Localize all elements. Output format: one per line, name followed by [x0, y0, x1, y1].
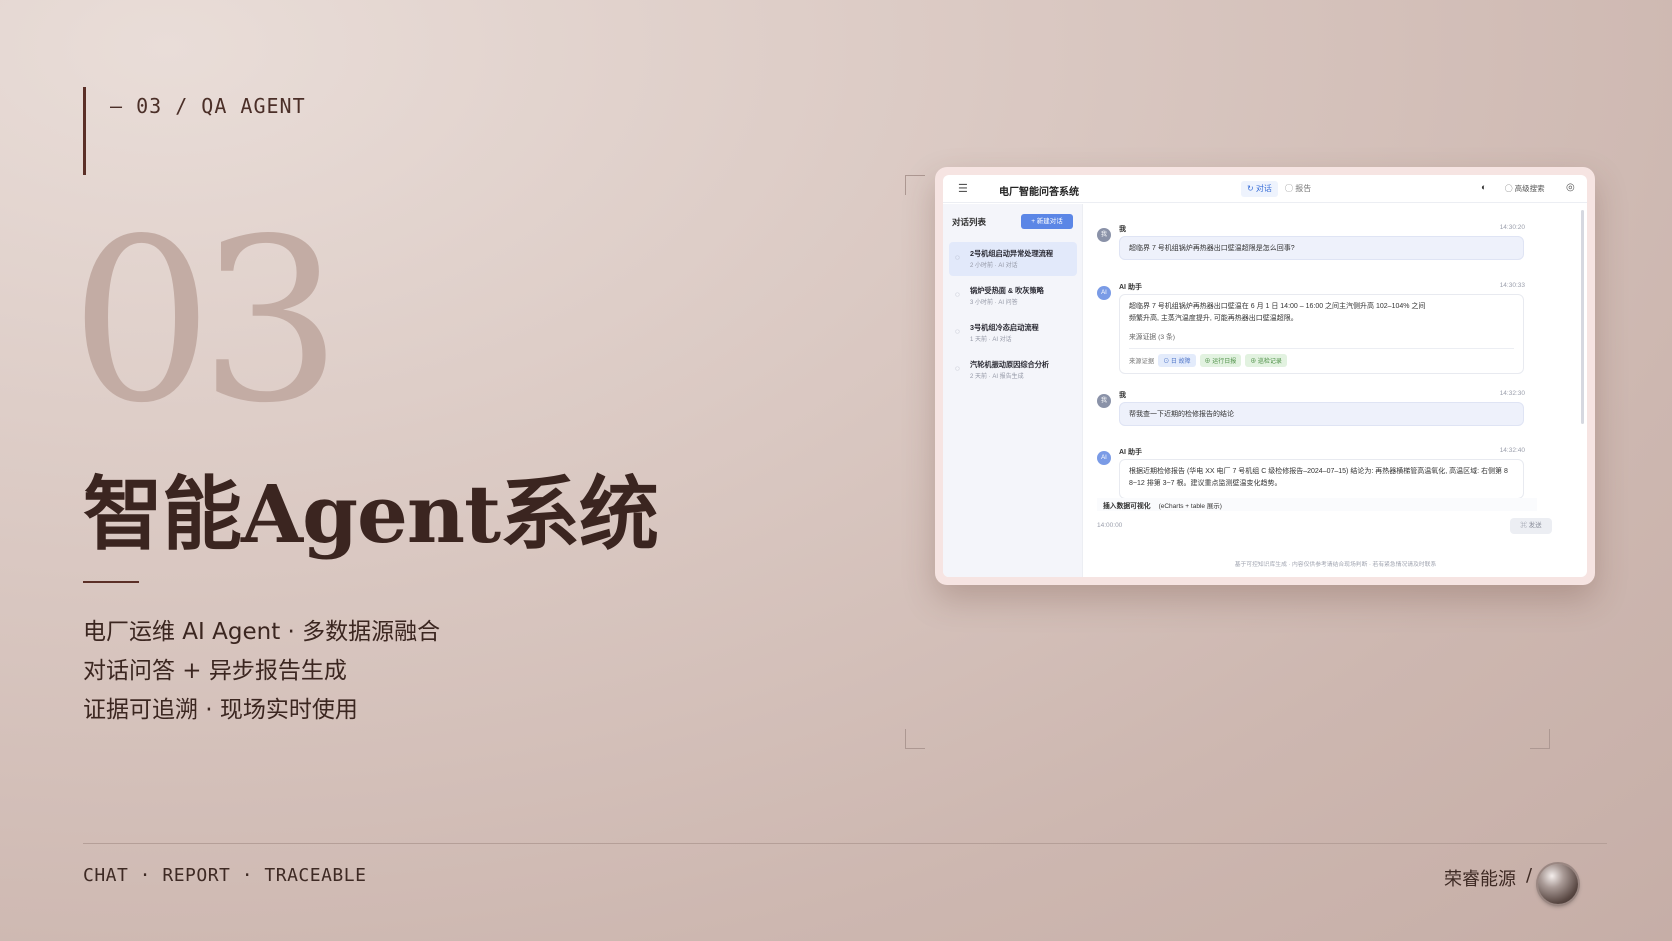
source-count: 来源证据 (3 条) — [1129, 334, 1176, 341]
conversation-title: 2号机组启动异常处理流程 — [970, 249, 1054, 258]
input-timestamp: 14:00:00 — [1097, 522, 1123, 529]
chat-bubble-icon: ◌ — [955, 364, 960, 373]
conversation-title: 锅炉受热面 & 吹灰策略 — [970, 286, 1044, 295]
answer-line: 超临界 7 号机组锅炉再热器出口壁温在 6 月 1 日 14:00 – 16:0… — [1129, 303, 1426, 310]
message-time: 14:30:20 — [1499, 224, 1525, 231]
app-topbar: ☰ 电厂智能问答系统 ↻ 对话 ◯ 报告 ◐ ◯ 高级搜索 ◎ — [943, 175, 1587, 203]
insert-label: 插入数据可视化 — [1103, 503, 1151, 510]
answer-line: 8~12 排第 3~7 根。建议重点监测壁温变化趋势。 — [1129, 480, 1282, 487]
user-avatar: 我 — [1097, 394, 1111, 408]
conversation-meta: 1 天前 · AI 对话 — [970, 337, 1012, 343]
ai-avatar: AI — [1097, 451, 1111, 465]
tab-report[interactable]: ◯ 报告 — [1285, 183, 1311, 194]
chat-scrollbar[interactable] — [1581, 210, 1584, 424]
ai-answer-card: 根据近期检修报告 (华电 XX 电厂 7 号机组 C 级检修报告–2024–07… — [1119, 459, 1524, 499]
chat-bubble-icon: ◌ — [955, 327, 960, 336]
evidence-tag[interactable]: ⊙ 日 故障 — [1158, 354, 1196, 367]
conversation-title: 3号机组冷态启动流程 — [970, 323, 1039, 332]
new-conversation-button[interactable]: + 新建对话 — [1021, 214, 1073, 229]
app-title: 电厂智能问答系统 — [999, 187, 1079, 198]
send-button[interactable]: ⌘ 发送 — [1510, 518, 1552, 534]
evidence-row: 来源证据 ⊙ 日 故障 ⊕ 运行日报 ⊕ 巡检记录 — [1129, 354, 1514, 367]
ai-message: AI AI 助手 14:30:33 超临界 7 号机组锅炉再热器出口壁温在 6 … — [1097, 282, 1537, 382]
ai-answer-card: 超临界 7 号机组锅炉再热器出口壁温在 6 月 1 日 14:00 – 16:0… — [1119, 294, 1524, 374]
sidebar-title: 对话列表 — [952, 217, 987, 227]
message-time: 14:32:30 — [1499, 390, 1525, 397]
advanced-search-button[interactable]: ◯ 高级搜索 — [1505, 183, 1545, 194]
evidence-tag[interactable]: ⊕ 巡检记录 — [1245, 354, 1287, 367]
subtitle-line: 证据可追溯 · 现场实时使用 — [83, 697, 358, 723]
user-message: 我 我 14:30:20 超临界 7 号机组锅炉再热器出口壁温超限是怎么回事? — [1097, 224, 1537, 264]
subtitle-list: 电厂运维 AI Agent · 多数据源融合 对话问答 + 异步报告生成 证据可… — [83, 613, 440, 730]
message-text: 超临界 7 号机组锅炉再热器出口壁温超限是怎么回事? — [1119, 236, 1524, 260]
disclaimer-text: 基于可控知识库生成 · 内容仅供参考请结合现场判断 · 若有紧急情况请及时联系 — [1234, 562, 1437, 568]
subtitle-line: 对话问答 + 异步报告生成 — [83, 658, 347, 684]
footer-tags: CHAT · REPORT · TRACEABLE — [83, 865, 367, 886]
user-message: 我 我 14:32:30 帮我查一下近期的检修报告的结论 — [1097, 390, 1537, 430]
chat-panel: 我 我 14:30:20 超临界 7 号机组锅炉再热器出口壁温超限是怎么回事? … — [1084, 204, 1587, 577]
conversation-sidebar: 对话列表 + 新建对话 ◌ 2号机组启动异常处理流程 2 小时前 · AI 对话… — [943, 204, 1083, 577]
qa-app-window: ☰ 电厂智能问答系统 ↻ 对话 ◯ 报告 ◐ ◯ 高级搜索 ◎ 对话列表 + 新… — [943, 175, 1587, 577]
brand-orb-icon — [1538, 864, 1578, 904]
conversation-item[interactable]: ◌ 锅炉受热面 & 吹灰策略 3 小时前 · AI 问答 — [949, 279, 1077, 313]
ai-avatar: AI — [1097, 286, 1111, 300]
user-avatar: 我 — [1097, 228, 1111, 242]
conversation-item[interactable]: ◌ 汽轮机振动原因综合分析 2 天前 · AI 报告生成 — [949, 353, 1077, 387]
message-sender: AI 助手 — [1119, 284, 1142, 291]
insert-visualization-bar[interactable]: 插入数据可视化 (eCharts + table 展示) — [1097, 498, 1537, 511]
tab-chat[interactable]: ↻ 对话 — [1241, 181, 1278, 197]
headline-underline — [83, 581, 139, 583]
conversation-item[interactable]: ◌ 2号机组启动异常处理流程 2 小时前 · AI 对话 — [949, 242, 1077, 276]
conversation-meta: 3 小时前 · AI 问答 — [970, 300, 1018, 306]
section-number: 03 — [70, 191, 342, 453]
footer-divider — [83, 843, 1607, 844]
message-sender: 我 — [1119, 226, 1126, 233]
slide-headline: 智能Agent系统 — [83, 467, 659, 561]
evidence-label: 来源证据 — [1129, 358, 1155, 365]
evidence-tag[interactable]: ⊕ 运行日报 — [1199, 354, 1242, 367]
section-label: — 03 / QA AGENT — [110, 94, 306, 118]
corner-bracket — [905, 175, 925, 195]
subtitle-line: 电厂运维 AI Agent · 多数据源融合 — [83, 619, 441, 645]
message-text: 帮我查一下近期的检修报告的结论 — [1119, 402, 1524, 426]
conversation-item[interactable]: ◌ 3号机组冷态启动流程 1 天前 · AI 对话 — [949, 316, 1077, 350]
card-divider — [1129, 348, 1514, 349]
brand-name: 荣睿能源 — [1444, 869, 1516, 890]
conversation-title: 汽轮机振动原因综合分析 — [970, 360, 1050, 369]
menu-icon[interactable]: ☰ — [958, 182, 968, 195]
corner-bracket — [1530, 729, 1550, 749]
message-sender: 我 — [1119, 392, 1126, 399]
conversation-meta: 2 小时前 · AI 对话 — [970, 263, 1018, 269]
answer-line: 频繁升高, 主蒸汽温度提升, 可能再热器出口壁温超限。 — [1129, 315, 1298, 322]
brand-slash: / — [1526, 865, 1533, 886]
chat-bubble-icon: ◌ — [955, 253, 960, 262]
app-screenshot-frame: ☰ 电厂智能问答系统 ↻ 对话 ◯ 报告 ◐ ◯ 高级搜索 ◎ 对话列表 + 新… — [935, 167, 1595, 585]
message-time: 14:32:40 — [1499, 447, 1525, 454]
conversation-meta: 2 天前 · AI 报告生成 — [970, 374, 1024, 380]
accent-bar — [83, 87, 86, 175]
message-sender: AI 助手 — [1119, 449, 1142, 456]
ai-message: AI AI 助手 14:32:40 根据近期检修报告 (华电 XX 电厂 7 号… — [1097, 447, 1537, 499]
insert-hint: (eCharts + table 展示) — [1158, 503, 1222, 510]
theme-toggle-icon[interactable]: ◐ — [1481, 182, 1486, 192]
message-time: 14:30:33 — [1499, 282, 1525, 289]
answer-line: 根据近期检修报告 (华电 XX 电厂 7 号机组 C 级检修报告–2024–07… — [1129, 468, 1508, 475]
corner-bracket — [905, 729, 925, 749]
user-icon[interactable]: ◎ — [1566, 182, 1575, 193]
chat-bubble-icon: ◌ — [955, 290, 960, 299]
